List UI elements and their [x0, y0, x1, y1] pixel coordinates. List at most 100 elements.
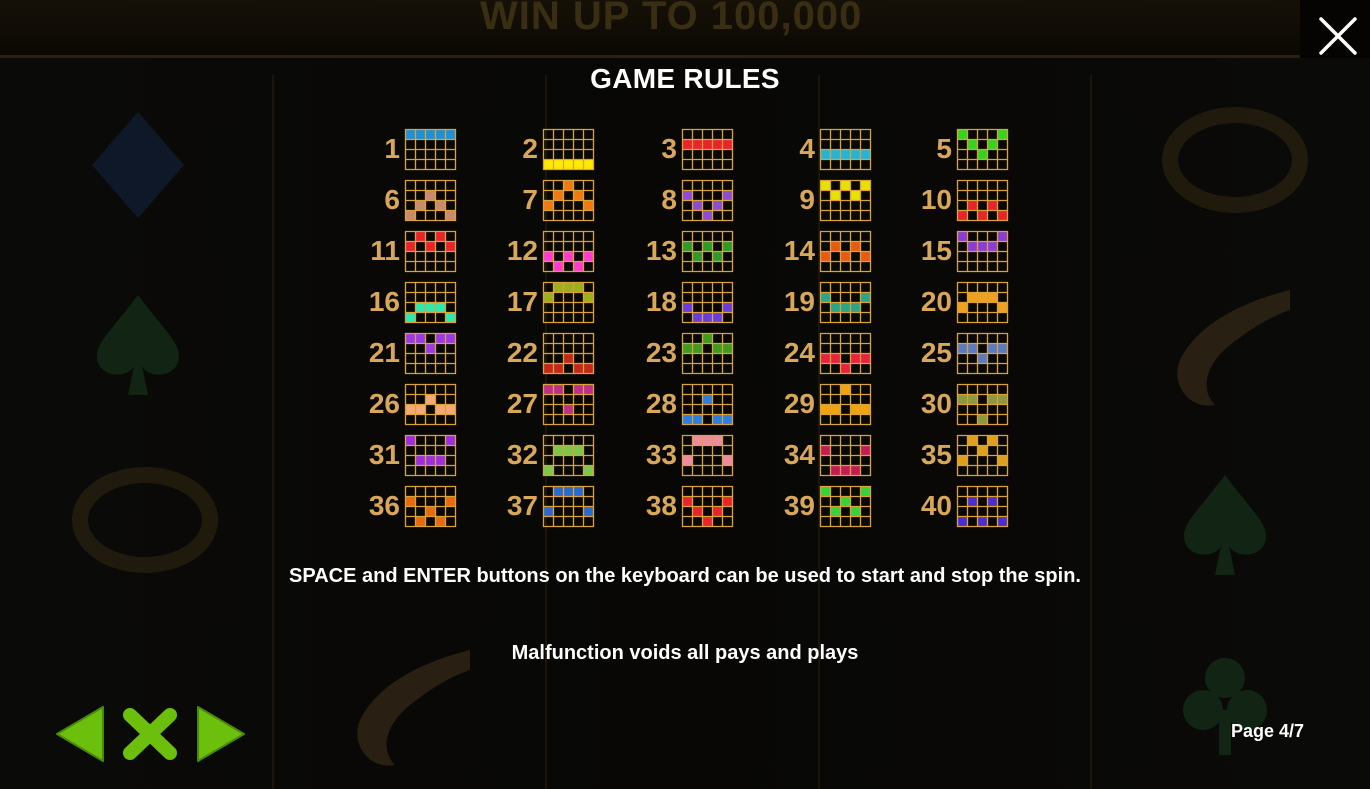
payline-number: 38 — [645, 490, 677, 521]
payline-cell — [436, 303, 445, 312]
payline-pattern — [404, 128, 457, 171]
payline-cell — [968, 201, 977, 210]
payline-pattern — [542, 179, 595, 222]
payline-cell — [693, 415, 702, 424]
payline-cell — [703, 211, 712, 220]
payline-number: 34 — [783, 439, 815, 470]
payline-number: 26 — [368, 388, 400, 419]
payline-cell — [564, 181, 573, 190]
payline-cell — [584, 201, 593, 210]
payline-pattern — [956, 281, 1009, 324]
payline-cell — [564, 354, 573, 363]
payline-16: 16 — [338, 279, 468, 325]
payline-pattern — [681, 485, 734, 528]
payline-cell — [584, 385, 593, 394]
payline-pattern — [956, 434, 1009, 477]
arrow-left-icon[interactable] — [55, 705, 105, 763]
payline-number: 15 — [920, 235, 952, 266]
payline-pattern — [404, 332, 457, 375]
payline-cell — [584, 252, 593, 261]
payline-number: 27 — [506, 388, 538, 419]
payline-cell — [958, 456, 967, 465]
payline-cell — [693, 252, 702, 261]
payline-cell — [713, 436, 722, 445]
payline-31: 31 — [338, 432, 468, 478]
payline-cell — [693, 313, 702, 322]
payline-cell — [693, 344, 702, 353]
payline-cell — [831, 150, 840, 159]
payline-cell — [831, 191, 840, 200]
payline-pattern — [956, 332, 1009, 375]
payline-pattern — [404, 230, 457, 273]
payline-cell — [683, 303, 692, 312]
payline-cell — [723, 140, 732, 149]
payline-pattern — [404, 281, 457, 324]
payline-cell — [958, 395, 967, 404]
payline-13: 13 — [615, 228, 745, 274]
payline-9: 9 — [753, 177, 883, 223]
payline-cell — [544, 364, 553, 373]
payline-cell — [713, 140, 722, 149]
payline-cell — [703, 313, 712, 322]
payline-cell — [426, 242, 435, 251]
payline-cell — [554, 191, 563, 200]
payline-cell — [998, 517, 1007, 526]
payline-cell — [988, 201, 997, 210]
payline-cell — [574, 191, 583, 200]
payline-number: 39 — [783, 490, 815, 521]
payline-number: 8 — [661, 184, 677, 215]
payline-cell — [978, 242, 987, 251]
payline-cell — [683, 344, 692, 353]
payline-cell — [416, 232, 425, 241]
payline-cell — [713, 415, 722, 424]
payline-cell — [436, 517, 445, 526]
payline-cell — [554, 487, 563, 496]
payline-cell — [406, 313, 415, 322]
payline-cell — [958, 517, 967, 526]
payline-27: 27 — [476, 381, 606, 427]
payline-cell — [723, 497, 732, 506]
payline-cell — [861, 293, 870, 302]
arrow-right-icon[interactable] — [196, 705, 246, 763]
payline-cell — [584, 293, 593, 302]
payline-cell — [978, 446, 987, 455]
payline-cell — [968, 497, 977, 506]
payline-cell — [574, 283, 583, 292]
payline-cell — [998, 130, 1007, 139]
payline-cell — [841, 466, 850, 475]
payline-38: 38 — [615, 483, 745, 529]
payline-18: 18 — [615, 279, 745, 325]
payline-39: 39 — [753, 483, 883, 529]
payline-cell — [693, 140, 702, 149]
payline-number: 20 — [920, 286, 952, 317]
payline-number: 3 — [661, 133, 677, 164]
payline-pattern — [404, 179, 457, 222]
payline-cell — [851, 191, 860, 200]
payline-cell — [978, 211, 987, 220]
payline-number: 35 — [920, 439, 952, 470]
payline-35: 35 — [890, 432, 1020, 478]
payline-pattern — [542, 383, 595, 426]
payline-12: 12 — [476, 228, 606, 274]
payline-cell — [841, 252, 850, 261]
close-x-icon[interactable] — [120, 705, 180, 763]
payline-cell — [723, 415, 732, 424]
payline-cell — [841, 385, 850, 394]
payline-cell — [446, 242, 455, 251]
payline-cell — [564, 252, 573, 261]
payline-pattern — [681, 383, 734, 426]
payline-cell — [861, 181, 870, 190]
payline-cell — [841, 150, 850, 159]
payline-cell — [713, 344, 722, 353]
payline-cell — [693, 201, 702, 210]
payline-cell — [683, 456, 692, 465]
payline-cell — [426, 344, 435, 353]
payline-cell — [554, 446, 563, 455]
payline-32: 32 — [476, 432, 606, 478]
payline-cell — [998, 211, 1007, 220]
payline-cell — [584, 507, 593, 516]
payline-cell — [978, 415, 987, 424]
payline-37: 37 — [476, 483, 606, 529]
payline-14: 14 — [753, 228, 883, 274]
payline-33: 33 — [615, 432, 745, 478]
